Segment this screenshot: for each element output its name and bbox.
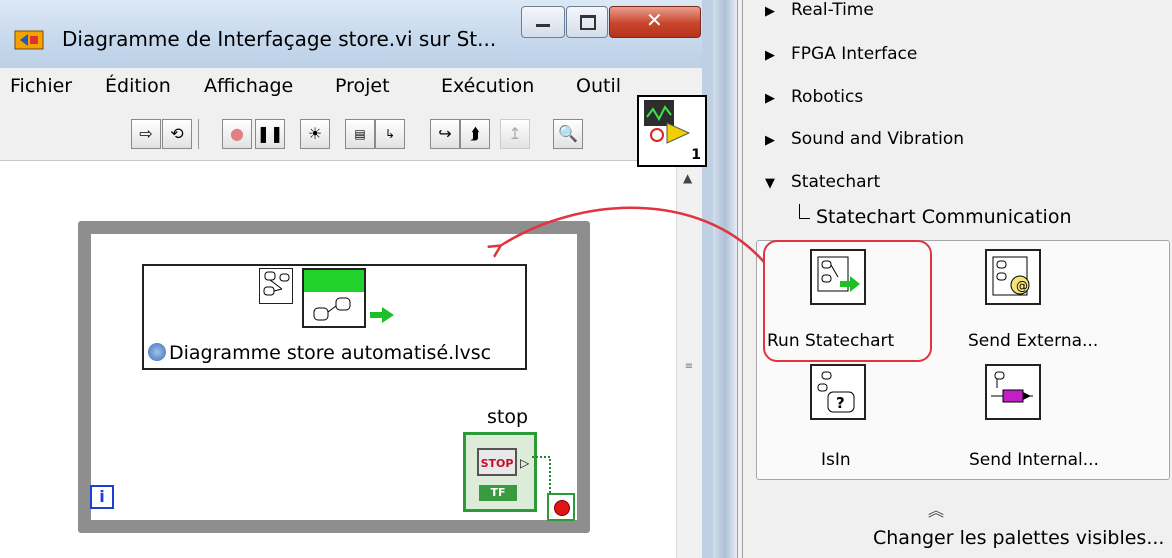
vi-connector-icon[interactable]: 1 <box>637 95 707 167</box>
annotation-arrow <box>0 206 765 263</box>
vi-number: 1 <box>691 147 701 163</box>
